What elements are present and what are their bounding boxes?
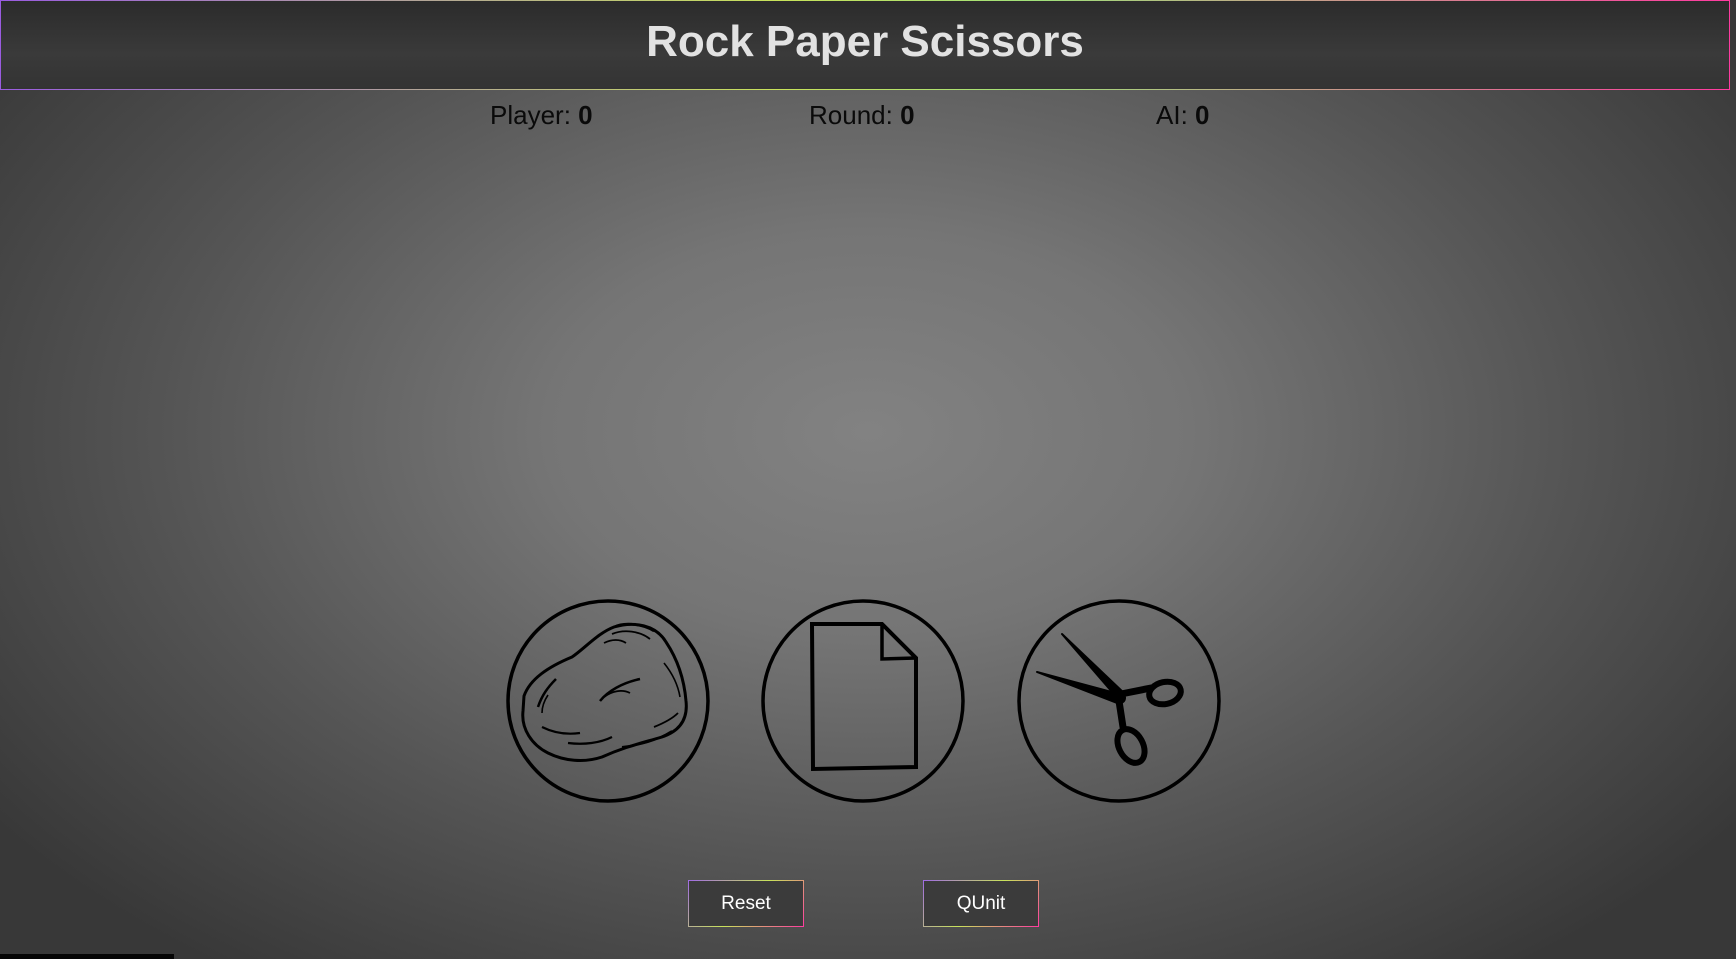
rock-icon — [506, 599, 710, 803]
player-score: Player: 0 — [490, 100, 593, 131]
rock-choice-button[interactable] — [504, 597, 712, 805]
bottom-edge-bar — [0, 954, 174, 959]
round-value: 0 — [900, 100, 915, 130]
ai-score-label: AI: — [1156, 100, 1188, 130]
round-counter: Round: 0 — [809, 100, 915, 131]
scissors-choice-button[interactable] — [1015, 597, 1223, 805]
qunit-button[interactable]: QUnit — [923, 880, 1039, 927]
player-score-value: 0 — [578, 100, 593, 130]
page-title: Rock Paper Scissors — [646, 17, 1084, 66]
scissors-icon — [1017, 599, 1221, 803]
ai-score-value: 0 — [1195, 100, 1210, 130]
paper-choice-button[interactable] — [759, 597, 967, 805]
player-score-label: Player: — [490, 100, 571, 130]
header-bar: Rock Paper Scissors — [0, 0, 1730, 90]
paper-icon — [761, 599, 965, 803]
round-label: Round: — [809, 100, 893, 130]
ai-score: AI: 0 — [1156, 100, 1210, 131]
reset-button[interactable]: Reset — [688, 880, 804, 927]
